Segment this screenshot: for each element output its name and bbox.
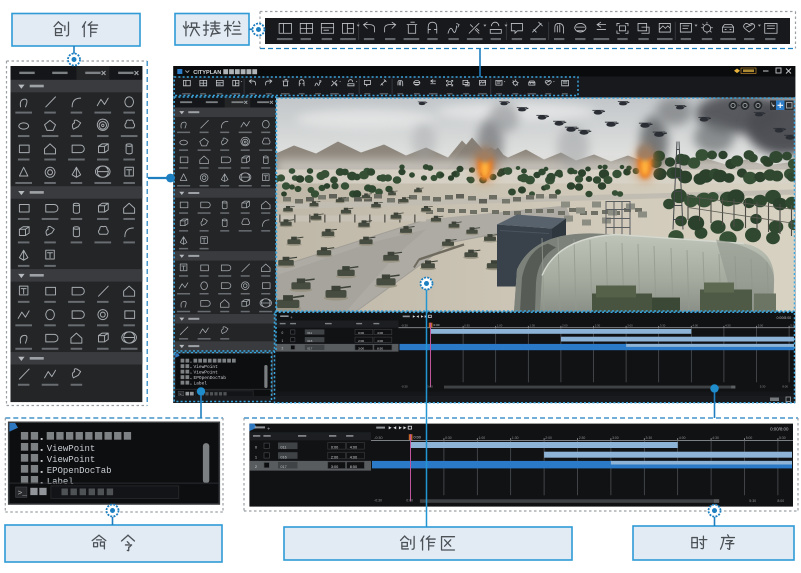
svg-text:1:30: 1:30 bbox=[512, 436, 519, 440]
svg-text:016: 016 bbox=[307, 339, 312, 343]
svg-text:-0:30: -0:30 bbox=[401, 384, 408, 388]
svg-text:ViewPoint: ViewPoint bbox=[194, 370, 219, 376]
svg-text:2:00: 2:00 bbox=[358, 339, 364, 343]
svg-text:0: 0 bbox=[282, 331, 284, 335]
svg-text:3:00: 3:00 bbox=[358, 347, 364, 351]
svg-text:1:00: 1:00 bbox=[497, 324, 503, 328]
svg-text:EPOpenDocTab: EPOpenDocTab bbox=[47, 466, 112, 476]
svg-text:3:30: 3:30 bbox=[646, 436, 653, 440]
svg-text:0:30: 0:30 bbox=[464, 324, 470, 328]
svg-text:2:00: 2:00 bbox=[545, 436, 552, 440]
svg-text:017: 017 bbox=[280, 465, 286, 469]
svg-text:2: 2 bbox=[282, 347, 284, 351]
svg-text:1:00: 1:00 bbox=[479, 436, 486, 440]
svg-text:5:00: 5:00 bbox=[746, 436, 753, 440]
svg-text:4:00: 4:00 bbox=[693, 324, 699, 328]
svg-text:Label: Label bbox=[47, 477, 74, 487]
svg-text:5:30: 5:30 bbox=[760, 385, 766, 389]
svg-text:ViewPoint: ViewPoint bbox=[47, 444, 96, 454]
svg-text:0:00: 0:00 bbox=[406, 498, 413, 502]
svg-text:8:50: 8:50 bbox=[350, 465, 357, 469]
svg-text:EPOpenDocTab: EPOpenDocTab bbox=[194, 375, 227, 381]
svg-text:4:00: 4:00 bbox=[377, 339, 383, 343]
svg-text:2:30: 2:30 bbox=[579, 436, 586, 440]
svg-text:3:30: 3:30 bbox=[660, 324, 666, 328]
svg-text:5:00: 5:00 bbox=[758, 324, 764, 328]
svg-text:Label: Label bbox=[194, 381, 208, 387]
svg-text:>_: >_ bbox=[18, 490, 28, 498]
svg-text:011: 011 bbox=[307, 331, 312, 335]
svg-text:0:30: 0:30 bbox=[445, 436, 452, 440]
svg-text:3:00: 3:00 bbox=[612, 436, 619, 440]
svg-text:5:30: 5:30 bbox=[779, 436, 786, 440]
svg-text:2:00: 2:00 bbox=[331, 455, 338, 459]
svg-text:-0:30: -0:30 bbox=[401, 323, 408, 327]
svg-text:3:00: 3:00 bbox=[627, 324, 633, 328]
svg-text:+: + bbox=[267, 427, 270, 433]
svg-text:4:00: 4:00 bbox=[377, 331, 383, 335]
svg-text:0:00: 0:00 bbox=[434, 323, 440, 327]
svg-text:4:00: 4:00 bbox=[350, 446, 357, 450]
svg-text:5:30: 5:30 bbox=[749, 499, 756, 503]
svg-text:0:00: 0:00 bbox=[414, 436, 421, 440]
svg-text:2:30: 2:30 bbox=[595, 324, 601, 328]
svg-text:016: 016 bbox=[280, 455, 286, 459]
svg-text:CITYPLAN: CITYPLAN bbox=[193, 70, 221, 76]
svg-text:0:00/8:00: 0:00/8:00 bbox=[770, 427, 789, 432]
svg-text:4:30: 4:30 bbox=[725, 324, 731, 328]
svg-text:1:30: 1:30 bbox=[530, 324, 536, 328]
svg-text:017: 017 bbox=[307, 347, 312, 351]
svg-text:0:00: 0:00 bbox=[331, 446, 338, 450]
svg-text:0:00: 0:00 bbox=[358, 331, 364, 335]
svg-text:8:00: 8:00 bbox=[777, 499, 784, 503]
svg-text:ViewPoint: ViewPoint bbox=[194, 364, 219, 370]
svg-text:5:30: 5:30 bbox=[790, 324, 796, 328]
svg-text:0:00: 0:00 bbox=[427, 384, 433, 388]
svg-text:4:00: 4:00 bbox=[679, 436, 686, 440]
svg-text:011: 011 bbox=[280, 446, 286, 450]
svg-text:4:30: 4:30 bbox=[712, 436, 719, 440]
svg-text:-0:30: -0:30 bbox=[374, 436, 382, 440]
svg-text:1: 1 bbox=[282, 339, 284, 343]
svg-text:2:00: 2:00 bbox=[562, 324, 568, 328]
svg-text:0:00/8:00: 0:00/8:00 bbox=[777, 316, 792, 320]
svg-text:-0:30: -0:30 bbox=[374, 498, 382, 502]
svg-text:4:00: 4:00 bbox=[350, 455, 357, 459]
svg-text:8:50: 8:50 bbox=[377, 347, 383, 351]
svg-text:ViewPoint: ViewPoint bbox=[47, 455, 96, 465]
svg-text:3:00: 3:00 bbox=[331, 465, 338, 469]
svg-text:8:00: 8:00 bbox=[782, 385, 788, 389]
